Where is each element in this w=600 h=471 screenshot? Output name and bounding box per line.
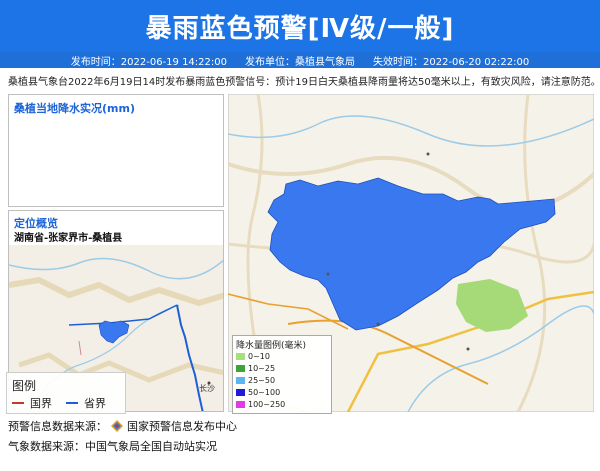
warning-notice: 桑植县气象台2022年6月19日14时发布暴雨蓝色预警信号：预计19日白天桑植县… — [8, 77, 596, 88]
city-label: 长沙 — [199, 384, 215, 393]
national-border-swatch — [12, 402, 24, 404]
warning-meta-bar: 发布时间：2022-06-19 14:22:00 发布单位：桑植县气象局 失效时… — [0, 52, 600, 68]
expire-time: 失效时间：2022-06-20 02:22:00 — [373, 56, 530, 68]
rainfall-legend-item-0: 0~10 — [236, 352, 270, 361]
warning-center-logo-icon — [111, 420, 123, 432]
rainfall-legend-item-1: 10~25 — [236, 364, 275, 373]
rainfall-swatch-3 — [236, 389, 245, 396]
issue-time: 发布时间：2022-06-19 14:22:00 — [70, 56, 227, 68]
warning-source-line: 预警信息数据来源： 国家预警信息发布中心 — [8, 420, 237, 433]
rainfall-panel-title: 桑植当地降水实况(mm) — [14, 102, 135, 115]
warning-title: 暴雨蓝色预警[Ⅳ级/一般] — [145, 13, 455, 44]
warning-source: 国家预警信息发布中心 — [127, 420, 237, 433]
rainfall-panel: 桑植当地降水实况(mm) — [8, 94, 224, 207]
rainfall-legend-item-3: 50~100 — [236, 388, 280, 397]
rainfall-swatch-0 — [236, 353, 245, 360]
legend-item-national-border: 国界 — [12, 395, 52, 411]
rainfall-swatch-4 — [236, 401, 245, 408]
rainfall-legend-title: 降水量图例(毫米) — [236, 341, 307, 351]
rainfall-swatch-1 — [236, 365, 245, 372]
rainfall-legend-item-2: 25~50 — [236, 376, 275, 385]
provincial-border-swatch — [66, 402, 78, 404]
legend-item-provincial-border: 省界 — [66, 395, 106, 411]
location-path: 湖南省-张家界市-桑植县 — [14, 233, 123, 244]
issuer: 发布单位：桑植县气象局 — [245, 56, 355, 68]
map-legend-title: 图例 — [12, 379, 37, 393]
warning-banner: 暴雨蓝色预警[Ⅳ级/一般] — [0, 0, 600, 52]
rainfall-swatch-2 — [236, 377, 245, 384]
rainfall-legend-item-4: 100~250 — [236, 400, 285, 409]
rainfall-legend: 降水量图例(毫米) 0~10 10~25 25~50 50~100 100~25… — [232, 335, 332, 414]
weather-source-line: 气象数据来源：中国气象局全国自动站实况 — [8, 440, 217, 453]
